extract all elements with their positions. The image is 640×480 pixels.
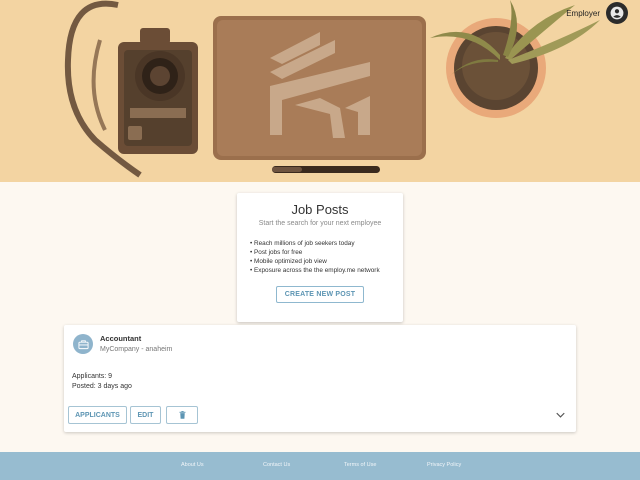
applicants-button[interactable]: APPLICANTS — [68, 406, 127, 424]
hero-banner: Employer — [0, 0, 640, 182]
briefcase-icon — [73, 334, 93, 354]
account-label: Employer — [566, 8, 600, 18]
site-footer: About Us Contact Us Terms of Use Privacy… — [0, 452, 640, 480]
applicants-count: Applicants: 9 — [72, 373, 113, 380]
job-title: Accountant — [100, 334, 142, 343]
account-menu[interactable]: Employer — [566, 2, 628, 24]
posts-title: Job Posts — [291, 202, 349, 217]
job-posts-card: Job Posts Start the search for your next… — [237, 193, 403, 322]
delete-button[interactable] — [166, 406, 198, 424]
footer-link-contact[interactable]: Contact Us — [263, 462, 290, 468]
job-listing-card: Accountant MyCompany - anaheim Applicant… — [64, 325, 576, 432]
posted-date: Posted: 3 days ago — [72, 383, 132, 390]
chevron-down-icon[interactable] — [554, 409, 566, 421]
benefit-item: • Exposure across the the employ.me netw… — [250, 267, 380, 274]
job-company: MyCompany - anaheim — [100, 346, 173, 353]
posts-subtitle: Start the search for your next employee — [258, 220, 382, 227]
benefits-list: • Reach millions of job seekers today • … — [237, 239, 403, 275]
footer-link-privacy[interactable]: Privacy Policy — [427, 462, 461, 468]
footer-link-terms[interactable]: Terms of Use — [344, 462, 376, 468]
account-circle-icon[interactable] — [606, 2, 628, 24]
footer-link-about[interactable]: About Us — [181, 462, 204, 468]
benefit-item: • Post jobs for free — [250, 249, 303, 256]
benefit-item: • Mobile optimized job view — [250, 258, 327, 265]
trash-icon — [179, 411, 185, 419]
create-new-post-button[interactable]: CREATE NEW POST — [275, 286, 365, 303]
hero-desk-photo — [0, 0, 640, 182]
edit-button[interactable]: EDIT — [130, 406, 161, 424]
benefit-item: • Reach millions of job seekers today — [250, 240, 355, 247]
